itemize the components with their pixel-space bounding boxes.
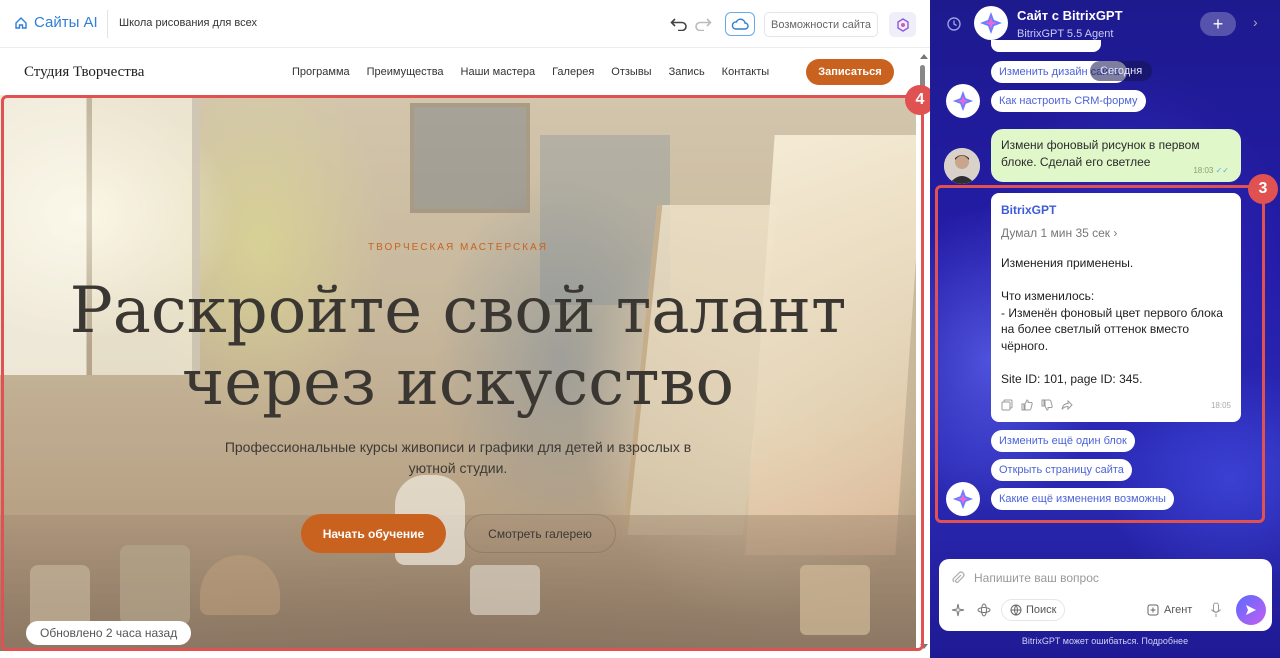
callout-marker-3: 3 xyxy=(1248,174,1278,204)
chat-subtitle: BitrixGPT 5.5 Agent xyxy=(1017,28,1114,40)
read-checkmarks-icon: ✓✓ xyxy=(1215,166,1229,175)
magic-tool-button[interactable] xyxy=(951,599,965,621)
ai-assistant-button[interactable] xyxy=(889,12,916,37)
message-input[interactable]: Напишите ваш вопрос xyxy=(974,571,1099,585)
copy-icon[interactable] xyxy=(1001,399,1013,411)
hero-eyebrow: ТВОРЧЕСКАЯ МАСТЕРСКАЯ xyxy=(368,242,548,253)
collapse-chevron-icon[interactable]: › xyxy=(1253,14,1258,30)
nav-link-reviews[interactable]: Отзывы xyxy=(611,66,651,78)
bot-name: BitrixGPT xyxy=(1001,203,1057,217)
signup-button[interactable]: Записаться xyxy=(806,59,894,85)
site-nav-menu: Программа Преимущества Наши мастера Гале… xyxy=(292,66,769,78)
site-logo[interactable]: Студия Творчества xyxy=(24,64,144,81)
home-icon xyxy=(15,16,27,29)
undo-button[interactable] xyxy=(669,14,689,34)
bot-response-card: BitrixGPT Думал 1 мин 35 сек › Изменения… xyxy=(991,193,1241,422)
hero-block[interactable]: ТВОРЧЕСКАЯ МАСТЕРСКАЯ Раскройте свой тал… xyxy=(0,95,916,651)
chat-header: Сайт с BitrixGPT BitrixGPT 5.5 Agent + › xyxy=(930,0,1280,48)
model-tool-button[interactable] xyxy=(977,599,991,621)
agent-toggle-label: Агент xyxy=(1164,604,1193,616)
bitrixgpt-chat-panel: Сайт с BitrixGPT BitrixGPT 5.5 Agent + ›… xyxy=(930,0,1280,658)
hero-subtitle: Профессиональные курсы живописи и график… xyxy=(224,439,692,476)
cloud-icon xyxy=(731,18,749,30)
undo-icon xyxy=(670,18,687,31)
previous-message-tail xyxy=(991,40,1101,52)
sparkle-tool-icon xyxy=(951,603,965,617)
thumbs-down-icon[interactable] xyxy=(1041,399,1053,411)
globe-icon xyxy=(1010,604,1022,616)
hero-title: Раскройте свой талант через искусство xyxy=(69,274,847,420)
home-link[interactable]: Сайты AI xyxy=(14,14,98,31)
updated-badge: Обновлено 2 часа назад xyxy=(26,621,192,645)
agent-icon xyxy=(1147,604,1159,616)
scroll-up-arrow-icon[interactable] xyxy=(920,54,928,59)
scroll-down-arrow-icon[interactable] xyxy=(920,644,928,649)
chevron-right-icon: › xyxy=(1113,226,1118,240)
message-actions xyxy=(1001,399,1073,411)
suggestion-change-another-block[interactable]: Изменить ещё один блок xyxy=(991,430,1135,452)
nav-link-contacts[interactable]: Контакты xyxy=(722,66,770,78)
search-toggle-label: Поиск xyxy=(1026,604,1057,616)
agent-toggle[interactable]: Агент xyxy=(1147,599,1192,621)
thinking-toggle[interactable]: Думал 1 мин 35 сек › xyxy=(1001,226,1231,240)
plus-icon: + xyxy=(1212,13,1224,34)
user-message-bubble: Измени фоновый рисунок в первом блоке. С… xyxy=(991,129,1241,182)
redo-button[interactable] xyxy=(693,14,713,34)
site-header: Студия Творчества Программа Преимущества… xyxy=(0,49,916,95)
send-button[interactable] xyxy=(1236,595,1266,625)
user-message-time: 18:03 ✓✓ xyxy=(1193,166,1229,175)
nav-link-signup[interactable]: Запись xyxy=(669,66,705,78)
send-arrow-icon xyxy=(1246,605,1256,615)
search-toggle[interactable]: Поиск xyxy=(1001,599,1066,621)
nav-link-program[interactable]: Программа xyxy=(292,66,350,78)
hero-content: ТВОРЧЕСКАЯ МАСТЕРСКАЯ Раскройте свой тал… xyxy=(0,95,916,651)
start-learning-button[interactable]: Начать обучение xyxy=(301,514,446,553)
history-icon[interactable] xyxy=(946,16,962,32)
atom-icon xyxy=(977,603,991,617)
new-chat-button[interactable]: + xyxy=(1200,12,1236,36)
thumbs-up-icon[interactable] xyxy=(1021,399,1033,411)
user-avatar xyxy=(944,148,980,184)
bot-response-text: Изменения применены. Что изменилось: - И… xyxy=(1001,256,1223,386)
date-divider-today: Сегодня xyxy=(1090,61,1153,81)
save-cloud-button[interactable] xyxy=(725,12,755,36)
nav-link-gallery[interactable]: Галерея xyxy=(552,66,594,78)
view-gallery-button[interactable]: Смотреть галерею xyxy=(464,514,616,553)
site-editor: Сайты AI Школа рисования для всех Возмож… xyxy=(0,0,930,658)
microphone-icon[interactable] xyxy=(1210,602,1222,618)
bitrixgpt-logo-icon xyxy=(952,488,974,510)
ai-sparkle-icon xyxy=(896,17,909,32)
editor-scrollbar[interactable] xyxy=(918,56,928,654)
bot-message-avatar xyxy=(946,84,980,118)
ai-disclaimer[interactable]: BitrixGPT может ошибаться. Подробнее xyxy=(930,636,1280,646)
message-composer[interactable]: Напишите ваш вопрос Поиск Агент xyxy=(939,559,1272,631)
toolbar-divider xyxy=(107,10,108,38)
site-name: Школа рисования для всех xyxy=(119,17,258,29)
nav-link-advantages[interactable]: Преимущества xyxy=(367,66,444,78)
bitrixgpt-logo-icon xyxy=(952,90,974,112)
bitrixgpt-logo-icon xyxy=(980,12,1002,34)
suggestion-crm-form[interactable]: Как настроить CRM-форму xyxy=(991,90,1146,112)
bot-avatar xyxy=(974,6,1008,40)
user-photo-icon xyxy=(944,148,980,184)
paperclip-icon[interactable] xyxy=(951,571,965,585)
nav-link-masters[interactable]: Наши мастера xyxy=(461,66,536,78)
editor-toolbar: Сайты AI Школа рисования для всех Возмож… xyxy=(0,0,930,48)
bot-message-time: 18:05 xyxy=(1210,401,1231,410)
suggestion-other-changes[interactable]: Какие ещё изменения возможны xyxy=(991,488,1174,510)
chat-title: Сайт с BitrixGPT xyxy=(1017,8,1123,23)
bot-message-avatar xyxy=(946,482,980,516)
redo-icon xyxy=(695,18,712,31)
share-icon[interactable] xyxy=(1061,399,1073,411)
user-message-text: Измени фоновый рисунок в первом блоке. С… xyxy=(1001,138,1200,169)
site-features-button[interactable]: Возможности сайта xyxy=(764,12,878,37)
suggestion-open-site-page[interactable]: Открыть страницу сайта xyxy=(991,459,1132,481)
brand-label: Сайты AI xyxy=(34,14,98,31)
